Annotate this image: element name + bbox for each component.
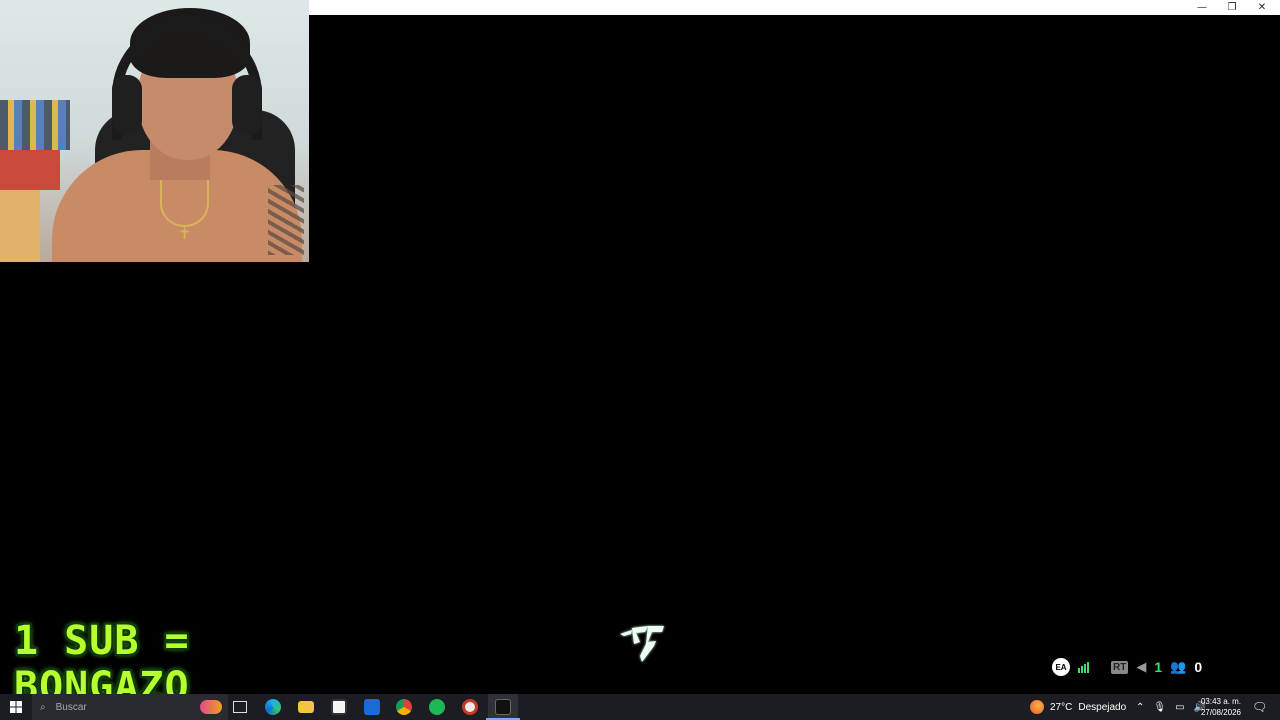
taskbar-spotify[interactable]	[425, 694, 449, 720]
notifications-button[interactable]: 🗨	[1252, 694, 1267, 720]
background-desk	[0, 190, 40, 262]
taskbar-edge[interactable]	[261, 694, 285, 720]
restore-button[interactable]: ❐	[1217, 0, 1247, 15]
start-button[interactable]	[0, 694, 32, 720]
background-shelf	[0, 100, 70, 150]
sub-overlay-line1: 1 SUB =	[14, 618, 190, 664]
close-button[interactable]: ✕	[1247, 0, 1277, 15]
notifications-icon: 🗨	[1252, 700, 1268, 714]
ea-sports-fc-icon	[620, 626, 664, 662]
taskbar-ea-fc[interactable]	[488, 694, 518, 720]
windows-icon	[10, 701, 22, 713]
mail-icon	[364, 699, 380, 715]
taskbar: ⌕ Buscar 27°C Despejado ⌃ 🎙 ▭ 🔊 03:43 a.…	[0, 694, 1280, 720]
connection-bars-icon	[1078, 661, 1089, 673]
taskbar-store[interactable]	[327, 694, 351, 720]
taskbar-steam[interactable]	[458, 694, 482, 720]
task-view-icon	[233, 701, 247, 713]
hud-count: 1	[1154, 659, 1163, 675]
network-icon[interactable]: ▭	[1175, 702, 1184, 713]
spotify-icon	[429, 699, 445, 715]
search-highlight-icon	[200, 700, 222, 714]
ea-fc-icon	[495, 699, 511, 715]
steam-icon	[462, 699, 478, 715]
taskbar-chrome[interactable]	[392, 694, 416, 720]
taskbar-file-explorer[interactable]	[294, 694, 318, 720]
game-window-titlebar[interactable]: — ❐ ✕	[309, 0, 1280, 15]
headset-right-cup	[232, 75, 262, 135]
taskbar-mail[interactable]	[360, 694, 384, 720]
taskbar-search-box[interactable]: ⌕ Buscar	[32, 694, 228, 720]
clock-time: 03:43 a. m.	[1200, 697, 1242, 706]
weather-icon	[1030, 700, 1044, 714]
search-icon: ⌕	[40, 701, 46, 713]
file-explorer-icon	[298, 701, 314, 713]
clock-date: 27/08/2026	[1200, 708, 1242, 717]
background-box	[0, 150, 60, 190]
cross-pendant-icon: ✝	[178, 224, 192, 243]
players-icon: 👥	[1170, 659, 1187, 675]
webcam-feed: ✝	[0, 0, 309, 262]
game-hud: EA RT ◀ 1 👥 0	[1052, 656, 1202, 678]
rt-button-icon: RT	[1111, 660, 1129, 674]
store-icon	[331, 699, 347, 715]
microphone-icon[interactable]: 🎙	[1153, 702, 1166, 713]
speaker-muted-icon: ◀	[1136, 659, 1147, 675]
taskbar-clock[interactable]: 03:43 a. m. 27/08/2026	[1196, 694, 1246, 720]
arm-tattoo	[268, 185, 304, 255]
task-view-button[interactable]	[228, 694, 252, 720]
weather-widget[interactable]: 27°C Despejado	[1030, 694, 1126, 720]
ea-logo-icon: EA	[1052, 658, 1070, 676]
necklace	[160, 180, 209, 227]
chrome-icon	[396, 699, 412, 715]
search-placeholder: Buscar	[55, 701, 87, 713]
weather-temp: 27°C	[1050, 701, 1073, 713]
tray-overflow-chevron-icon[interactable]: ⌃	[1136, 702, 1144, 713]
edge-icon	[265, 699, 281, 715]
headset-left-cup	[112, 75, 142, 135]
weather-condition: Despejado	[1078, 701, 1127, 713]
minimize-button[interactable]: —	[1187, 0, 1217, 15]
players-count: 0	[1194, 659, 1203, 675]
